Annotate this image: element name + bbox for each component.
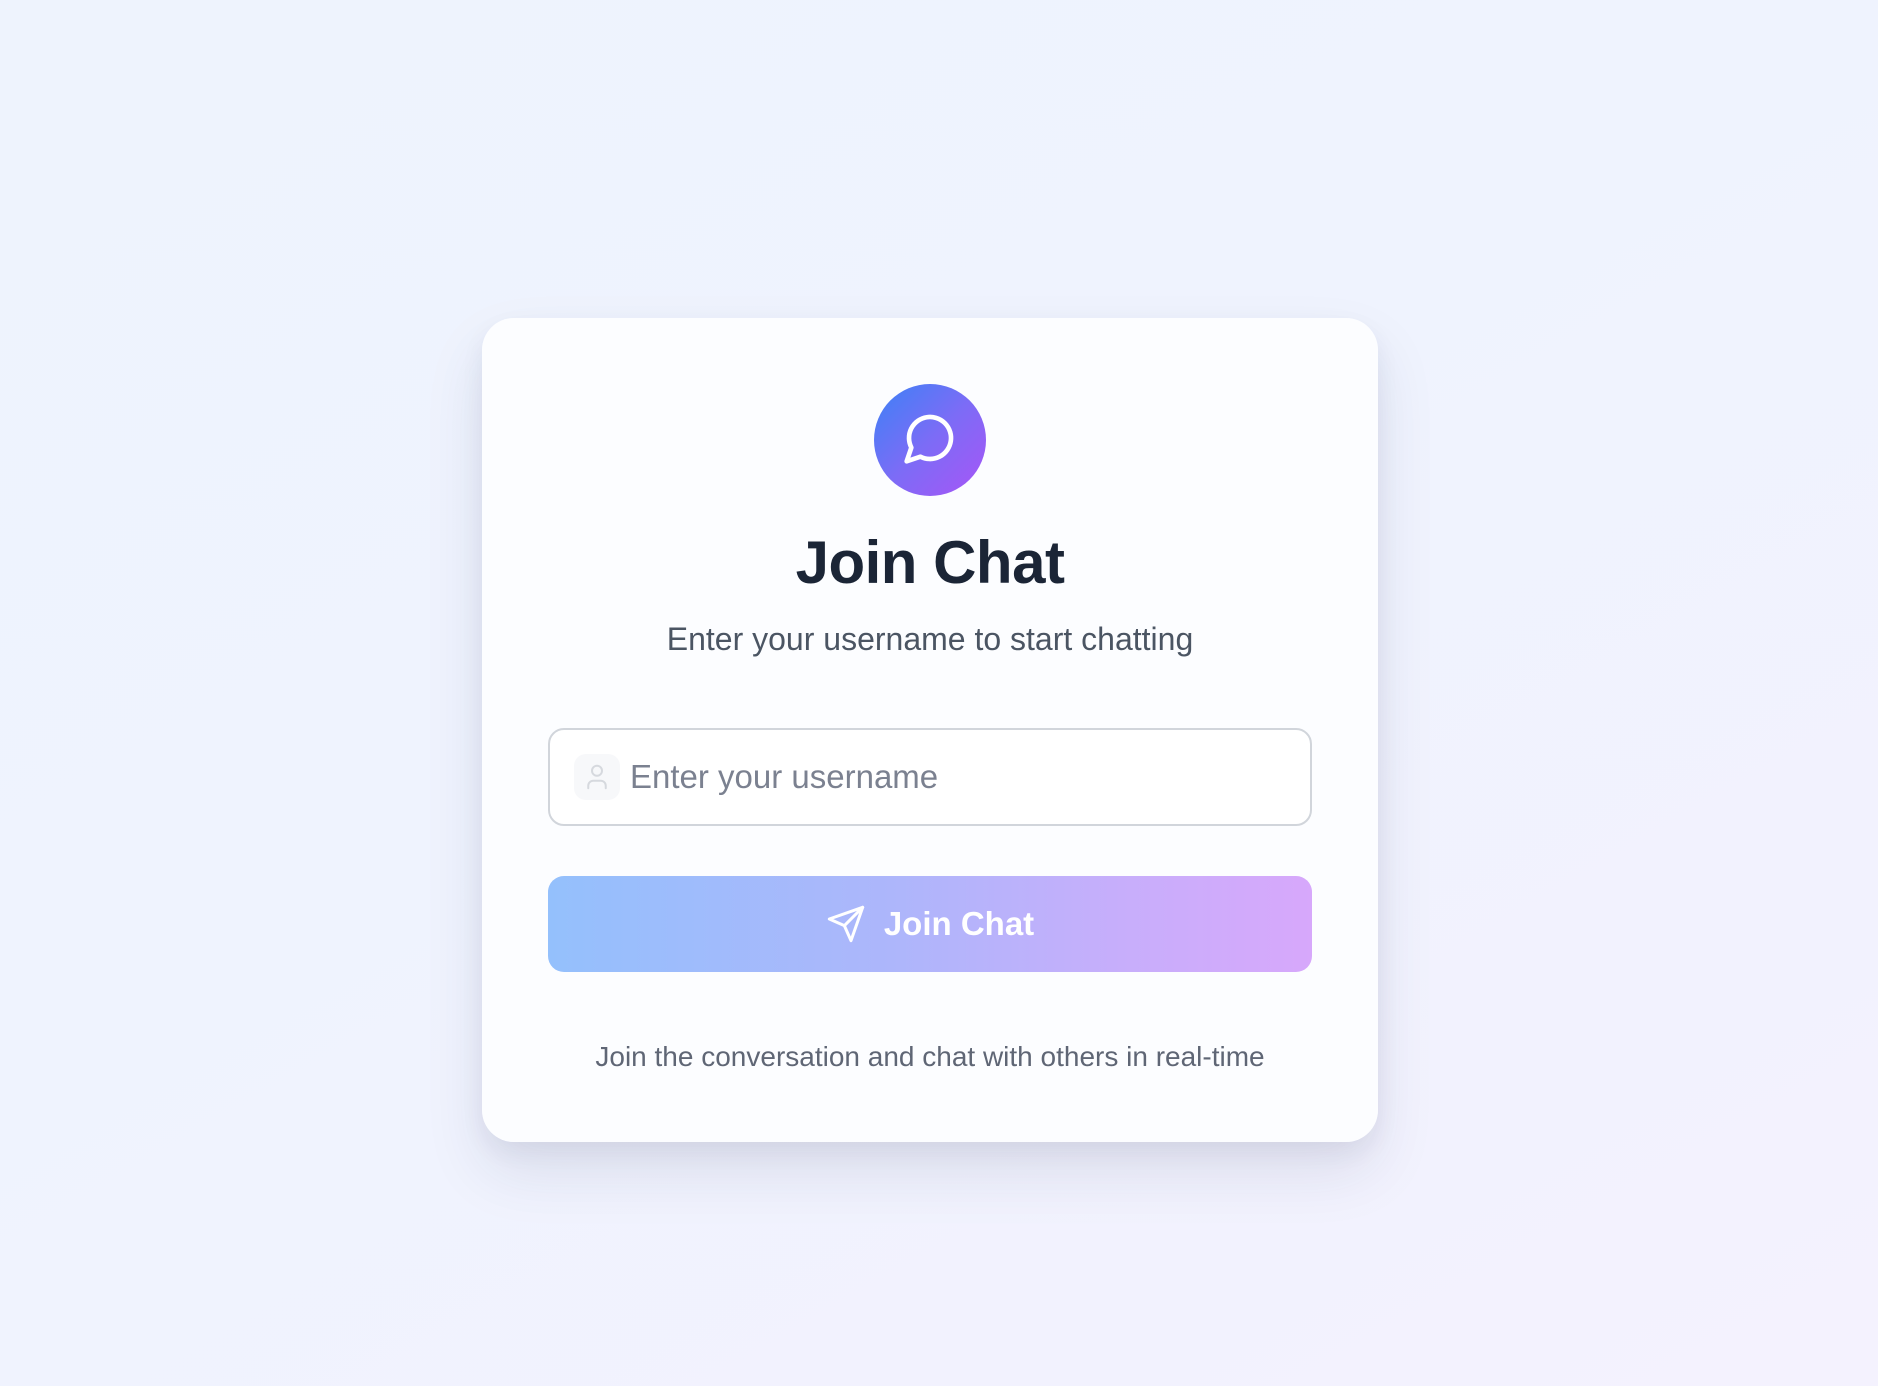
chat-bubble-icon <box>902 410 958 471</box>
chat-logo <box>874 384 986 496</box>
join-chat-button-label: Join Chat <box>883 905 1035 942</box>
page-subtitle: Enter your username to start chatting <box>666 621 1194 657</box>
login-card: Join Chat Enter your username to start c… <box>482 318 1378 1142</box>
user-icon <box>574 754 620 800</box>
username-input[interactable] <box>630 730 1290 824</box>
join-chat-button[interactable]: Join Chat <box>548 876 1312 972</box>
username-field[interactable] <box>548 728 1312 826</box>
page-title: Join Chat <box>795 529 1065 596</box>
send-icon <box>826 904 866 944</box>
footer-text: Join the conversation and chat with othe… <box>595 1041 1265 1072</box>
